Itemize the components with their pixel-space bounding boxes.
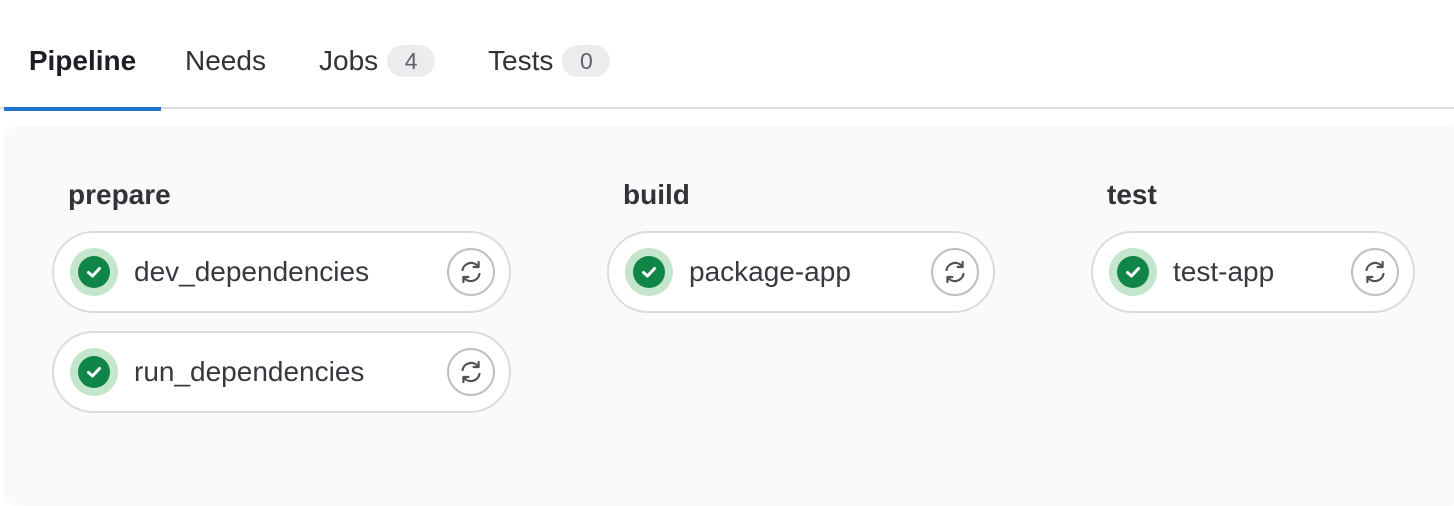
stage-title-build: build <box>623 179 690 210</box>
job-dev-dependencies[interactable]: dev_dependencies <box>52 231 511 313</box>
active-tab-indicator <box>4 107 161 111</box>
tab-jobs-label: Jobs <box>319 44 379 76</box>
tab-pipeline[interactable]: Pipeline <box>4 0 161 111</box>
tab-tests-label: Tests <box>488 44 554 76</box>
tab-pipeline-label: Pipeline <box>28 44 137 76</box>
pipeline-tabs: Pipeline Needs Jobs 4 Tests 0 <box>0 0 1454 111</box>
tab-jobs[interactable]: Jobs 4 <box>319 0 436 109</box>
retry-button[interactable] <box>931 248 979 296</box>
check-circle-icon <box>1109 248 1157 296</box>
retry-button[interactable] <box>447 348 495 396</box>
tab-jobs-count-badge: 4 <box>387 44 436 77</box>
job-name: package-app <box>689 256 851 287</box>
check-circle-icon <box>625 248 673 296</box>
job-run-dependencies[interactable]: run_dependencies <box>52 331 511 413</box>
job-test-app[interactable]: test-app <box>1091 231 1415 313</box>
tab-tests[interactable]: Tests 0 <box>488 0 611 109</box>
tab-tests-count-badge: 0 <box>562 44 611 77</box>
tab-needs[interactable]: Needs <box>185 0 266 109</box>
retry-button[interactable] <box>1351 248 1399 296</box>
job-name: run_dependencies <box>134 356 365 387</box>
check-circle-icon <box>70 248 118 296</box>
job-name: dev_dependencies <box>134 256 370 287</box>
stage-title-prepare: prepare <box>68 179 171 210</box>
pipeline-graph <box>4 126 1454 506</box>
stage-title-test: test <box>1107 179 1157 210</box>
job-package-app[interactable]: package-app <box>607 231 995 313</box>
check-circle-icon <box>70 348 118 396</box>
job-name: test-app <box>1173 256 1275 287</box>
tab-needs-label: Needs <box>185 44 266 76</box>
retry-button[interactable] <box>447 248 495 296</box>
retry-icon <box>461 260 481 284</box>
retry-icon <box>461 360 481 384</box>
retry-icon <box>945 260 965 284</box>
retry-icon <box>1365 260 1385 284</box>
